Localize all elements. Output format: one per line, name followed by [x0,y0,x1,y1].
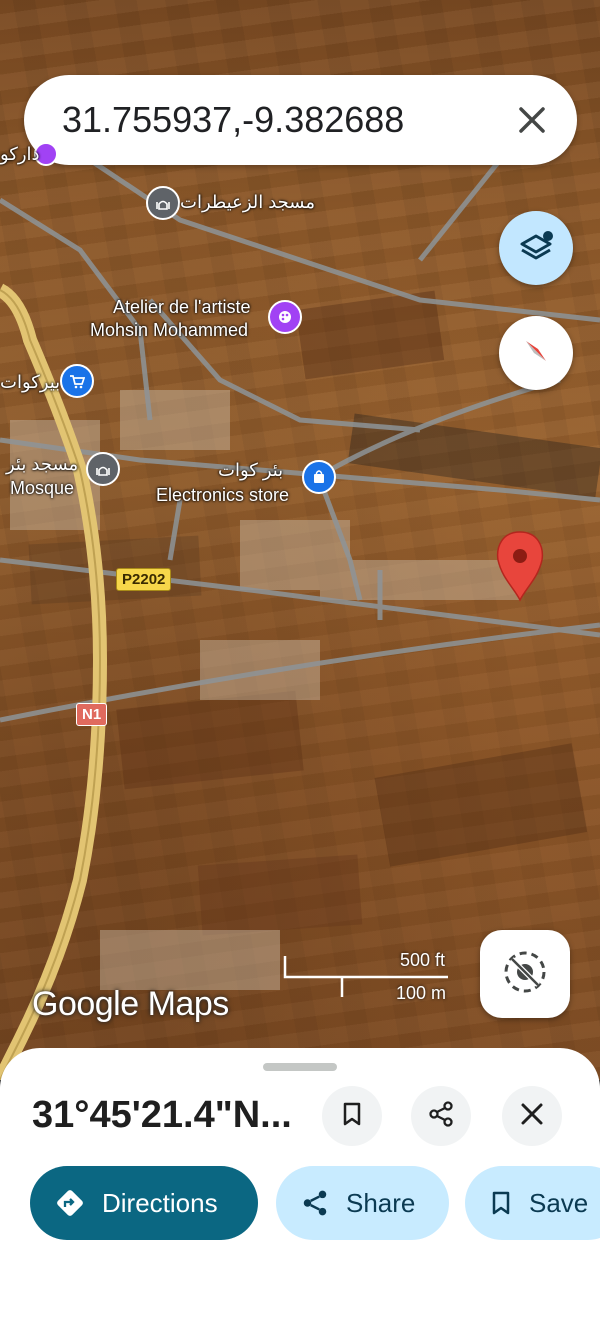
bookmark-icon [489,1189,513,1217]
road-shield-p2202: P2202 [116,568,172,591]
share-icon-button[interactable] [411,1086,471,1146]
mosque-icon[interactable] [146,186,180,220]
mosque-icon[interactable] [86,452,120,486]
layers-icon [516,226,556,271]
drag-handle[interactable] [263,1063,337,1071]
scale-metric: 100 m [396,983,447,1003]
save-button[interactable]: Save [465,1166,600,1240]
share-icon [427,1100,455,1133]
road-shield-n1: N1 [76,703,108,726]
google-maps-logo: Google Maps [32,985,229,1023]
search-bar[interactable]: 31.755937,-9.382688 [24,75,577,165]
shopping-bag-icon[interactable] [302,460,336,494]
satellite-map[interactable]: 31.755937,-9.382688 دارکو مسجد الزعيطرات [0,0,600,1080]
close-icon [520,1102,544,1131]
save-label: Save [529,1187,589,1218]
search-query[interactable]: 31.755937,-9.382688 [62,99,404,141]
bookmark-icon [340,1101,364,1132]
poi-label[interactable]: Mohsin Mohammed [90,320,248,341]
close-sheet-button[interactable] [502,1086,562,1146]
poi-label[interactable]: Mosque [10,478,74,499]
clear-search-icon[interactable] [509,97,555,143]
directions-button[interactable]: Directions [30,1166,258,1240]
poi-label[interactable]: Electronics store [156,485,289,506]
poi-label[interactable]: بئر كوات [218,460,283,481]
scale-imperial: 500 ft [400,950,446,970]
poi-label[interactable]: مسجد بئر [6,454,78,475]
share-label: Share [346,1187,416,1218]
shopping-cart-icon[interactable] [60,364,94,398]
compass-icon [516,331,556,376]
directions-icon [54,1187,86,1219]
layers-button[interactable] [499,211,573,285]
directions-label: Directions [102,1187,218,1218]
palette-icon[interactable] [268,300,302,334]
poi-label[interactable]: دارکو [0,144,40,165]
share-button[interactable]: Share [276,1166,449,1240]
poi-label[interactable]: بيركوات [0,372,60,393]
compass-button[interactable] [499,316,573,390]
my-location-button[interactable] [480,930,570,1018]
share-icon [300,1188,330,1218]
poi-label[interactable]: Atelier de l'artiste [113,297,251,318]
poi-label[interactable]: مسجد الزعيطرات [180,192,315,213]
place-bottom-sheet[interactable]: 31°45'21.4"N... Directions Share Save [0,1048,600,1333]
place-title: 31°45'21.4"N... [32,1094,292,1136]
save-icon-button[interactable] [322,1086,382,1146]
location-disabled-icon [500,947,550,1002]
